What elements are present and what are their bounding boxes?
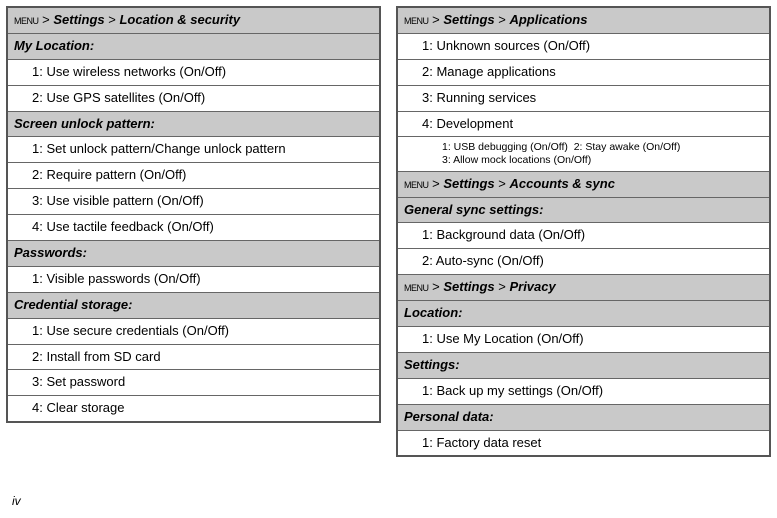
section-my-location: My Location: bbox=[7, 33, 380, 59]
list-item: 1: Use wireless networks (On/Off) bbox=[7, 59, 380, 85]
list-item: 1: Background data (On/Off) bbox=[397, 223, 770, 249]
path-accounts-sync: MENU > Settings > Accounts & sync bbox=[397, 171, 770, 197]
menu-icon: MENU bbox=[404, 16, 429, 26]
list-item: 1: Unknown sources (On/Off) bbox=[397, 33, 770, 59]
section-location: Location: bbox=[397, 301, 770, 327]
list-item: 1: Use secure credentials (On/Off) bbox=[7, 318, 380, 344]
list-item: 1: Back up my settings (On/Off) bbox=[397, 378, 770, 404]
list-item: 3: Set password bbox=[7, 370, 380, 396]
list-item: 1: Factory data reset bbox=[397, 430, 770, 456]
right-column: MENU > Settings > Applications 1: Unknow… bbox=[396, 6, 771, 457]
list-item: 2: Use GPS satellites (On/Off) bbox=[7, 85, 380, 111]
list-item: 4: Clear storage bbox=[7, 396, 380, 422]
list-item: 3: Use visible pattern (On/Off) bbox=[7, 189, 380, 215]
list-item: 3: Running services bbox=[397, 85, 770, 111]
section-personal-data: Personal data: bbox=[397, 404, 770, 430]
right-settings-table: MENU > Settings > Applications 1: Unknow… bbox=[396, 6, 771, 457]
section-screen-unlock: Screen unlock pattern: bbox=[7, 111, 380, 137]
list-item: 4: Development bbox=[397, 111, 770, 137]
path-applications: MENU > Settings > Applications bbox=[397, 7, 770, 33]
menu-icon: MENU bbox=[404, 283, 429, 293]
path-privacy: MENU > Settings > Privacy bbox=[397, 275, 770, 301]
left-column: MENU > Settings > Location & security My… bbox=[6, 6, 381, 457]
section-credential-storage: Credential storage: bbox=[7, 292, 380, 318]
path-location-security: MENU > Settings > Location & security bbox=[7, 7, 380, 33]
section-general-sync: General sync settings: bbox=[397, 197, 770, 223]
list-item: 2: Install from SD card bbox=[7, 344, 380, 370]
list-item: 1: Set unlock pattern/Change unlock patt… bbox=[7, 137, 380, 163]
list-item: 2: Require pattern (On/Off) bbox=[7, 163, 380, 189]
list-item: 2: Manage applications bbox=[397, 59, 770, 85]
menu-icon: MENU bbox=[14, 16, 39, 26]
list-item: 1: Visible passwords (On/Off) bbox=[7, 266, 380, 292]
section-settings: Settings: bbox=[397, 352, 770, 378]
location-security-table: MENU > Settings > Location & security My… bbox=[6, 6, 381, 423]
page-number: iv bbox=[12, 494, 21, 508]
list-item: 2: Auto-sync (On/Off) bbox=[397, 249, 770, 275]
list-item: 4: Use tactile feedback (On/Off) bbox=[7, 215, 380, 241]
development-subitems: 1: USB debugging (On/Off) 2: Stay awake … bbox=[397, 137, 770, 171]
section-passwords: Passwords: bbox=[7, 241, 380, 267]
menu-icon: MENU bbox=[404, 180, 429, 190]
list-item: 1: Use My Location (On/Off) bbox=[397, 326, 770, 352]
